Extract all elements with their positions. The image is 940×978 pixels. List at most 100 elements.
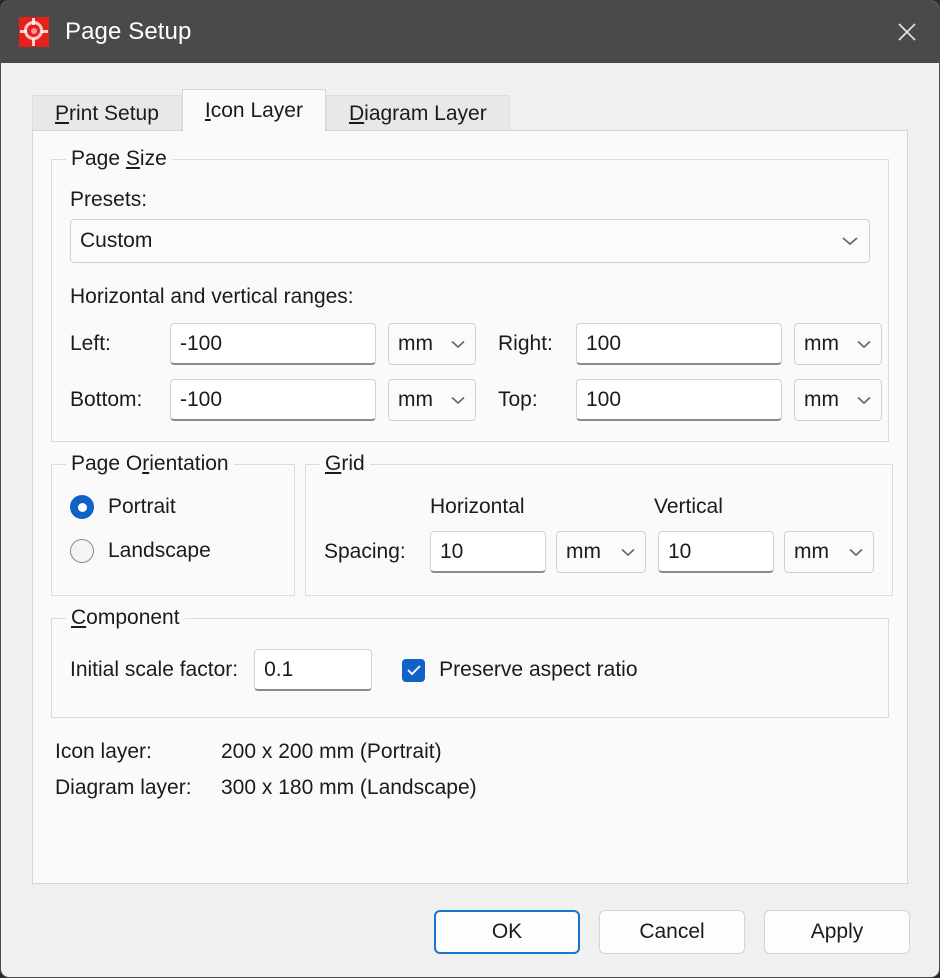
- chevron-down-icon: [620, 547, 636, 557]
- top-input-value: 100: [586, 387, 622, 411]
- tab-print-setup-accel: P: [55, 101, 70, 125]
- tab-diagram-layer-accel: D: [348, 101, 365, 125]
- close-icon: [896, 21, 918, 43]
- title-bar: Page Setup: [1, 1, 939, 63]
- info-diagram-layer-key: Diagram layer:: [55, 776, 192, 799]
- presets-label: Presets:: [70, 188, 148, 211]
- preserve-aspect-ratio-label: Preserve aspect ratio: [439, 658, 638, 681]
- component-row: Initial scale factor: 0.1 Preserve aspec…: [70, 649, 870, 691]
- chevron-down-icon: [856, 395, 872, 405]
- info-icon-layer-key: Icon layer:: [55, 740, 152, 763]
- presets-combobox[interactable]: Custom: [70, 219, 870, 263]
- tab-strip: Print Setup Icon Layer Diagram Layer: [21, 89, 919, 131]
- group-grid: Grid Horizontal Vertical Spacing: 10 mm: [305, 452, 893, 596]
- tab-print-setup-label: rint Setup: [69, 101, 159, 125]
- bottom-label: Bottom:: [70, 388, 143, 411]
- grid-horizontal-input[interactable]: 10: [430, 531, 546, 573]
- radio-portrait-label: Portrait: [108, 495, 176, 518]
- tab-icon-layer[interactable]: Icon Layer: [181, 89, 326, 131]
- tab-print-setup[interactable]: Print Setup: [32, 95, 182, 131]
- chevron-down-icon: [856, 339, 872, 349]
- group-page-orientation-accel: r: [142, 452, 150, 475]
- left-input[interactable]: -100: [170, 323, 376, 365]
- range-row-bottom-top: Bottom: -100 mm Top: 100 mm: [70, 379, 882, 421]
- group-component: Component Initial scale factor: 0.1 Pres…: [51, 606, 889, 718]
- left-unit-combobox[interactable]: mm: [388, 323, 476, 365]
- grid-spacing-row: Spacing: 10 mm 10 mm: [324, 531, 874, 573]
- chevron-down-icon: [848, 547, 864, 557]
- group-page-orientation: Page Orientation Portrait Landscape: [51, 452, 295, 596]
- right-unit-combobox[interactable]: mm: [794, 323, 882, 365]
- window-title: Page Setup: [65, 18, 192, 45]
- chevron-down-icon: [450, 395, 466, 405]
- scale-factor-value: 0.1: [264, 657, 294, 681]
- top-unit-value: mm: [804, 388, 839, 411]
- bottom-unit-value: mm: [398, 388, 433, 411]
- presets-value: Custom: [80, 229, 153, 252]
- cancel-button[interactable]: Cancel: [599, 910, 745, 954]
- radio-portrait-indicator: [70, 495, 94, 519]
- top-label: Top:: [498, 388, 538, 411]
- range-row-left-right: Left: -100 mm Right: 100 mm: [70, 323, 882, 365]
- right-unit-value: mm: [804, 332, 839, 355]
- ranges-label: Horizontal and vertical ranges:: [70, 285, 354, 308]
- preserve-aspect-ratio-checkbox[interactable]: Preserve aspect ratio: [402, 658, 638, 682]
- grid-vertical-unit-value: mm: [794, 540, 829, 563]
- radio-landscape[interactable]: Landscape: [70, 539, 276, 563]
- tab-page-icon-layer: Page Size Presets: Custom Horizontal and…: [32, 130, 908, 884]
- right-input[interactable]: 100: [576, 323, 782, 365]
- tab-icon-layer-label: con Layer: [210, 98, 303, 122]
- right-label: Right:: [498, 332, 553, 355]
- group-page-size-accel: S: [125, 147, 140, 170]
- checkbox-indicator: [402, 658, 426, 682]
- group-page-size-legend: Page Size: [66, 147, 172, 171]
- apply-button[interactable]: Apply: [764, 910, 910, 954]
- info-line-diagram-layer: Diagram layer: 300 x 180 mm (Landscape): [55, 776, 889, 800]
- grid-col-horizontal: Horizontal: [430, 495, 525, 518]
- grid-vertical-input[interactable]: 10: [658, 531, 774, 573]
- group-page-orientation-legend: Page Orientation: [66, 452, 234, 476]
- group-component-accel: C: [71, 606, 87, 629]
- orientation-grid-row: Page Orientation Portrait Landscape Grid: [51, 452, 893, 596]
- left-label: Left:: [70, 332, 111, 355]
- tab-diagram-layer[interactable]: Diagram Layer: [325, 95, 510, 131]
- bottom-input-value: -100: [180, 387, 223, 411]
- chevron-down-icon: [840, 235, 860, 247]
- left-unit-value: mm: [398, 332, 433, 355]
- tab-diagram-layer-label: iagram Layer: [364, 101, 487, 125]
- left-input-value: -100: [180, 331, 223, 355]
- scale-factor-input[interactable]: 0.1: [254, 649, 373, 691]
- group-grid-legend: Grid: [320, 452, 370, 476]
- grid-vertical-value: 10: [668, 539, 692, 563]
- grid-horizontal-unit-value: mm: [566, 540, 601, 563]
- dialog-footer: OK Cancel Apply: [1, 887, 939, 977]
- close-button[interactable]: [875, 1, 939, 63]
- info-icon-layer-value: 200 x 200 mm (Portrait): [221, 740, 442, 763]
- group-page-size: Page Size Presets: Custom Horizontal and…: [51, 147, 889, 442]
- grid-col-vertical: Vertical: [654, 495, 723, 518]
- group-component-legend: Component: [66, 606, 185, 630]
- bottom-input[interactable]: -100: [170, 379, 376, 421]
- grid-vertical-unit-combobox[interactable]: mm: [784, 531, 874, 573]
- radio-landscape-label: Landscape: [108, 539, 211, 562]
- dialog-body: Print Setup Icon Layer Diagram Layer Pag…: [1, 63, 939, 887]
- layer-summary: Icon layer: 200 x 200 mm (Portrait) Diag…: [55, 740, 889, 800]
- info-line-icon-layer: Icon layer: 200 x 200 mm (Portrait): [55, 740, 889, 764]
- radio-landscape-indicator: [70, 539, 94, 563]
- info-diagram-layer-value: 300 x 180 mm (Landscape): [221, 776, 477, 799]
- page-setup-dialog: Page Setup Print Setup Icon Layer Diagra…: [0, 0, 940, 978]
- radio-portrait[interactable]: Portrait: [70, 495, 276, 519]
- group-grid-accel: G: [325, 452, 342, 475]
- grid-header-row: Horizontal Vertical: [324, 495, 874, 519]
- top-input[interactable]: 100: [576, 379, 782, 421]
- chevron-down-icon: [450, 339, 466, 349]
- grid-horizontal-unit-combobox[interactable]: mm: [556, 531, 646, 573]
- bottom-unit-combobox[interactable]: mm: [388, 379, 476, 421]
- top-unit-combobox[interactable]: mm: [794, 379, 882, 421]
- scale-factor-label: Initial scale factor:: [70, 658, 239, 681]
- grid-horizontal-value: 10: [440, 539, 464, 563]
- app-gear-icon: [19, 17, 49, 47]
- ok-button[interactable]: OK: [434, 910, 580, 954]
- grid-spacing-label: Spacing:: [324, 540, 406, 563]
- right-input-value: 100: [586, 331, 622, 355]
